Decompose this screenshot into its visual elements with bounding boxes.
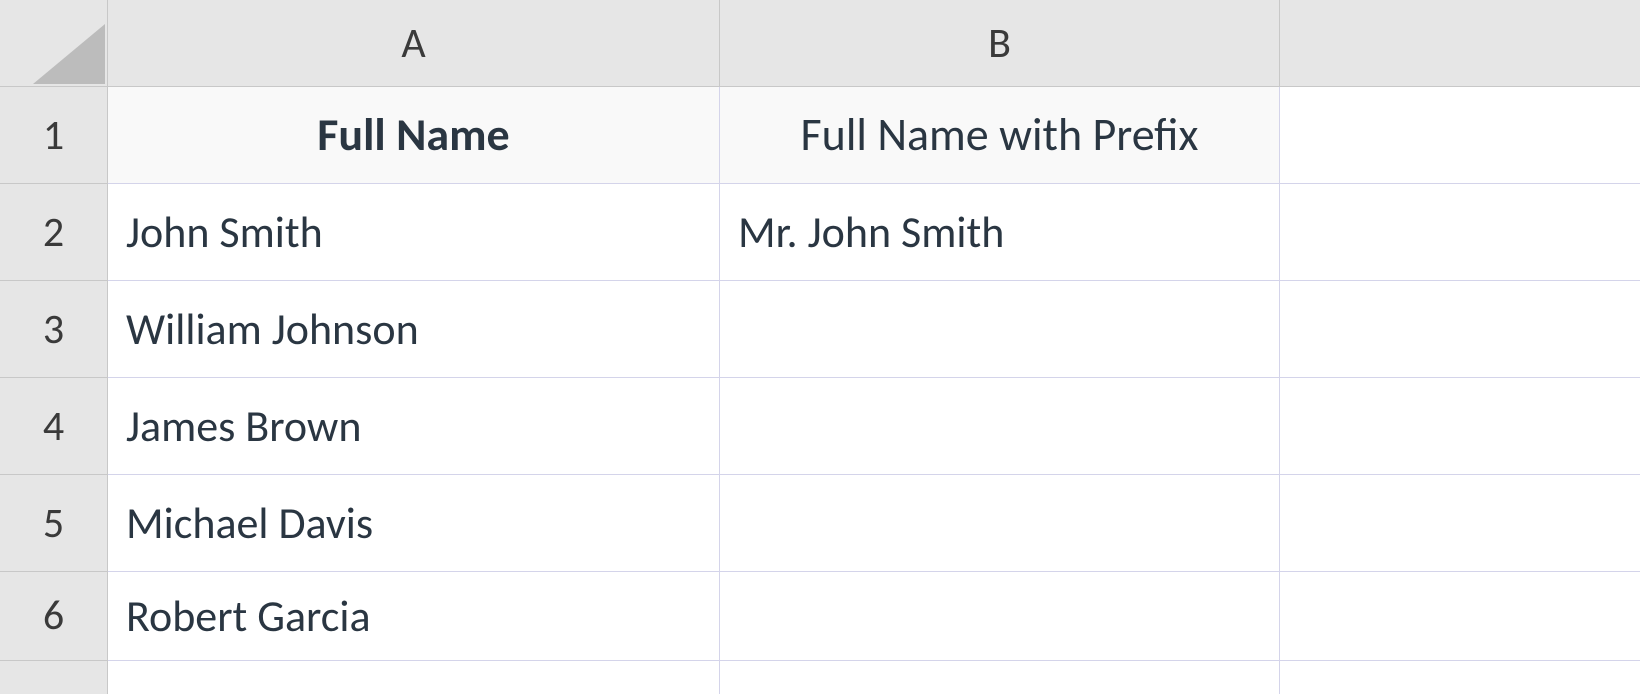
cell-A2[interactable]: John Smith (108, 184, 720, 281)
row-header-4[interactable]: 4 (0, 378, 108, 475)
cell-A6[interactable]: Robert Garcia (108, 572, 720, 661)
cell-A1[interactable]: Full Name (108, 87, 720, 184)
cell-blank-right (1280, 661, 1640, 694)
cell-B5[interactable] (720, 475, 1280, 572)
cell-B4[interactable] (720, 378, 1280, 475)
cell-right-6 (1280, 572, 1640, 661)
cell-B6[interactable] (720, 572, 1280, 661)
select-all-triangle-icon (33, 24, 105, 84)
spreadsheet-grid: A B 1 Full Name Full Name with Prefix 2 … (0, 0, 1640, 694)
column-header-A[interactable]: A (108, 0, 720, 87)
row-header-blank (0, 661, 108, 694)
cell-B1[interactable]: Full Name with Prefix (720, 87, 1280, 184)
cell-B2[interactable]: Mr. John Smith (720, 184, 1280, 281)
row-header-3[interactable]: 3 (0, 281, 108, 378)
cell-right-1 (1280, 87, 1640, 184)
cell-A5[interactable]: Michael Davis (108, 475, 720, 572)
column-header-B[interactable]: B (720, 0, 1280, 87)
row-header-6[interactable]: 6 (0, 572, 108, 661)
row-header-1[interactable]: 1 (0, 87, 108, 184)
cell-right-2 (1280, 184, 1640, 281)
row-header-5[interactable]: 5 (0, 475, 108, 572)
cell-right-3 (1280, 281, 1640, 378)
select-all-corner[interactable] (0, 0, 108, 87)
cell-right-5 (1280, 475, 1640, 572)
cell-blank-B (720, 661, 1280, 694)
cell-A4[interactable]: James Brown (108, 378, 720, 475)
row-header-2[interactable]: 2 (0, 184, 108, 281)
column-header-blank (1280, 0, 1640, 87)
cell-right-4 (1280, 378, 1640, 475)
cell-blank-A (108, 661, 720, 694)
cell-A3[interactable]: William Johnson (108, 281, 720, 378)
cell-B3[interactable] (720, 281, 1280, 378)
